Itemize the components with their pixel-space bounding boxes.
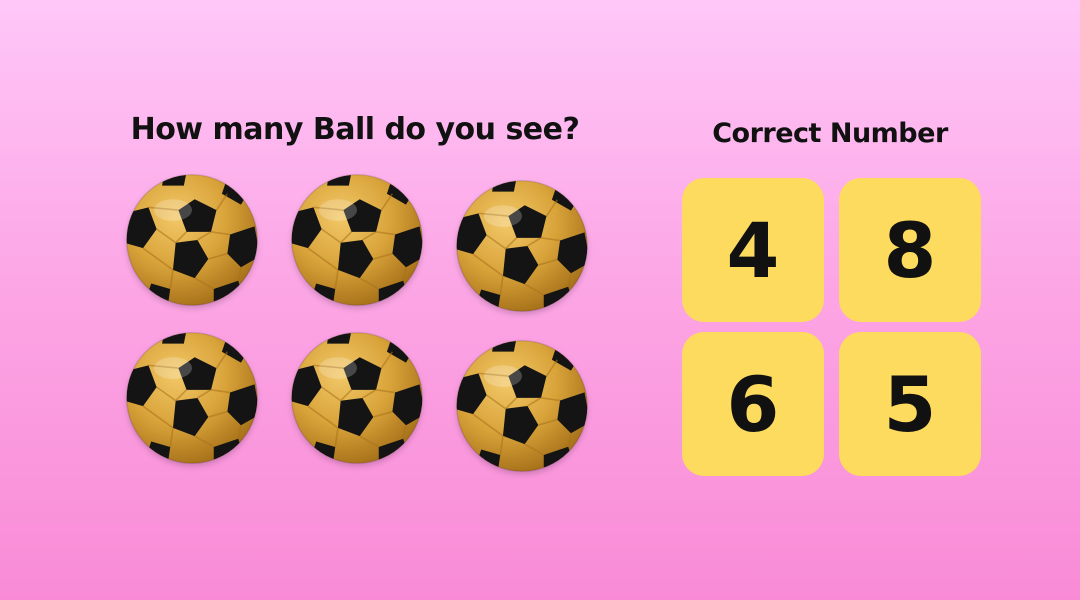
soccer-ball-icon — [289, 330, 425, 466]
answer-option-button[interactable]: 4 — [682, 178, 824, 322]
soccer-ball-icon — [124, 330, 260, 466]
ball-grid — [122, 170, 602, 480]
question-heading: How many Ball do you see? — [130, 112, 580, 147]
answer-option-button[interactable]: 8 — [839, 178, 981, 322]
soccer-ball-icon — [289, 172, 425, 308]
answers-heading: Correct Number — [712, 118, 948, 149]
soccer-ball-icon — [124, 172, 260, 308]
soccer-ball-icon — [454, 338, 590, 474]
answer-options: 4 8 6 5 — [682, 178, 982, 476]
answer-option-button[interactable]: 5 — [839, 332, 981, 476]
soccer-ball-icon — [454, 178, 590, 314]
answer-option-button[interactable]: 6 — [682, 332, 824, 476]
